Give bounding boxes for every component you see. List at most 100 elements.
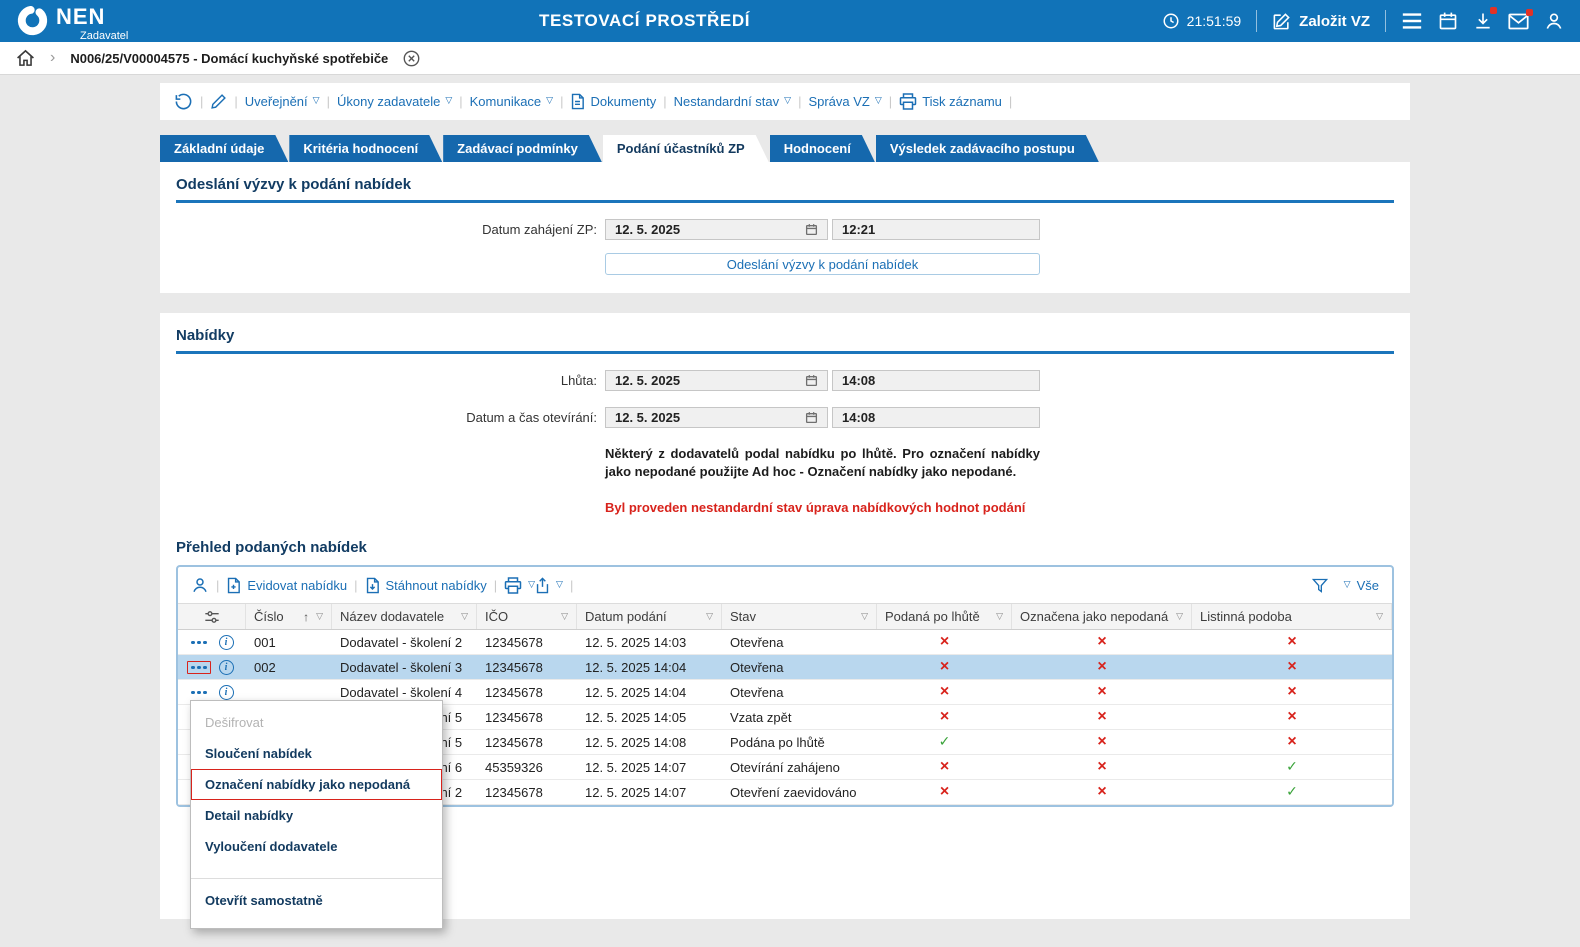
tab-vysledek-zadavaciho-postupu[interactable]: Výsledek zadávacího postupu [876, 135, 1099, 162]
grid-print-button[interactable]: ▽ [504, 577, 535, 594]
row-info-button[interactable]: i [219, 635, 234, 650]
filter-caret-icon[interactable]: ▽ [1376, 612, 1383, 622]
deadline-time-field[interactable]: 14:08 [832, 370, 1040, 391]
x-mark-icon: × [940, 784, 949, 800]
printer-icon [899, 93, 917, 110]
filter-caret-icon[interactable]: ▽ [861, 612, 868, 622]
close-record-icon[interactable] [403, 50, 420, 67]
field-label: Lhůta: [176, 370, 597, 391]
deadline-date-value: 12. 5. 2025 [615, 373, 680, 388]
breadcrumb: › N006/25/V00004575 - Domácí kuchyňské s… [0, 42, 1580, 75]
download-offer-icon [365, 577, 380, 594]
stahnout-label: Stáhnout nabídky [386, 578, 487, 593]
column-header-listinna-podoba[interactable]: Listinná podoba▽ [1192, 604, 1392, 629]
create-vz-button[interactable]: Založit VZ [1272, 12, 1370, 31]
home-icon[interactable] [16, 49, 35, 67]
column-header-stav[interactable]: Stav▽ [722, 604, 877, 629]
column-header-datum-podani[interactable]: Datum podání▽ [577, 604, 722, 629]
downloads-icon[interactable] [1473, 11, 1493, 31]
cell-datum-podani: 12. 5. 2025 14:07 [577, 780, 722, 804]
row-menu-button[interactable] [187, 661, 211, 675]
messages-icon[interactable] [1508, 13, 1529, 30]
table-row[interactable]: i001Dodavatel - školení 21234567812. 5. … [178, 630, 1392, 655]
tab-podani-ucastniku-zp[interactable]: Podání účastníků ZP [603, 135, 769, 162]
action-komunikace[interactable]: Komunikace▽ [470, 94, 553, 109]
cell-ico: 12345678 [477, 630, 577, 654]
tab-hodnoceni[interactable]: Hodnocení [770, 135, 875, 162]
calendar-picker-icon[interactable] [805, 223, 818, 236]
record-tabs: Základní údajeKritéria hodnoceníZadávací… [160, 135, 1410, 162]
cell-cislo: 002 [246, 655, 332, 679]
filter-caret-icon[interactable]: ▽ [561, 612, 568, 622]
stahnout-nabidky-button[interactable]: Stáhnout nabídky [365, 577, 487, 594]
column-header-nazev-dodavatele[interactable]: Název dodavatele▽ [332, 604, 477, 629]
cell-stav: Otevřena [722, 630, 877, 654]
action-sprava-vz[interactable]: Správa VZ▽ [808, 94, 881, 109]
column-header-oznacena-jako-nepodana[interactable]: Označena jako nepodaná▽ [1012, 604, 1192, 629]
history-icon[interactable] [174, 92, 193, 111]
send-invitation-button[interactable]: Odeslání výzvy k podání nabídek [605, 253, 1040, 275]
x-mark-icon: × [940, 634, 949, 650]
menu-item-oznaceni-nabidky-jako-nepodana[interactable]: Označení nabídky jako nepodaná [191, 769, 442, 800]
tab-zadavaci-podminky[interactable]: Zadávací podmínky [443, 135, 602, 162]
action-nestandardni-stav[interactable]: Nestandardní stav▽ [674, 94, 791, 109]
deadline-date-field[interactable]: 12. 5. 2025 [605, 370, 828, 391]
action-ukony-zadavatele[interactable]: Úkony zadavatele▽ [337, 94, 452, 109]
menu-item-slouceni-nabidek[interactable]: Sloučení nabídek [191, 738, 442, 769]
action-tisk-zaznamu[interactable]: Tisk záznamu [899, 93, 1002, 110]
cell-oznacena-jako-nepodana: × [1012, 655, 1192, 679]
calendar-picker-icon[interactable] [805, 411, 818, 424]
column-header-cislo[interactable]: Číslo↑▽ [246, 604, 332, 629]
menu-item-otevrit-samostatne[interactable]: Otevřít samostatně [191, 885, 442, 916]
tab-zakladni-udaje[interactable]: Základní údaje [160, 135, 288, 162]
opening-time-field[interactable]: 14:08 [832, 407, 1040, 428]
filter-caret-icon[interactable]: ▽ [706, 612, 713, 622]
opening-date-field[interactable]: 12. 5. 2025 [605, 407, 828, 428]
menu-item-detail-nabidky[interactable]: Detail nabídky [191, 800, 442, 831]
cell-podana-po-lhute: × [877, 755, 1012, 779]
filter-all-dropdown[interactable]: ▽ Vše [1344, 578, 1379, 593]
menu-item-vylouceni-dodavatele[interactable]: Vyloučení dodavatele [191, 831, 442, 862]
row-info-button[interactable]: i [219, 685, 234, 700]
breadcrumb-record[interactable]: N006/25/V00004575 - Domácí kuchyňské spo… [70, 51, 388, 66]
x-mark-icon: × [1287, 709, 1296, 725]
filter-caret-icon[interactable]: ▽ [316, 612, 323, 622]
column-header-ico[interactable]: IČO▽ [477, 604, 577, 629]
divider: | [234, 94, 237, 109]
chevron-down-icon: ▽ [546, 97, 553, 106]
calendar-icon[interactable] [1438, 11, 1458, 31]
filter-caret-icon[interactable]: ▽ [461, 612, 468, 622]
start-date-field[interactable]: 12. 5. 2025 [605, 219, 828, 240]
user-icon[interactable] [1544, 11, 1564, 31]
cell-datum-podani: 12. 5. 2025 14:08 [577, 730, 722, 754]
calendar-picker-icon[interactable] [805, 374, 818, 387]
row-menu-button[interactable] [187, 636, 211, 650]
grid-export-button[interactable]: ▽ [535, 577, 563, 594]
action-uverejneni[interactable]: Uveřejnění▽ [245, 94, 320, 109]
cell-listinna-podoba: × [1192, 655, 1392, 679]
evidovat-nabidku-button[interactable]: Evidovat nabídku [226, 577, 347, 594]
table-row[interactable]: i002Dodavatel - školení 31234567812. 5. … [178, 655, 1392, 680]
cell-stav: Otevřena [722, 655, 877, 679]
x-mark-icon: × [1287, 659, 1296, 675]
breadcrumb-separator: › [50, 49, 55, 67]
tab-kriteria-hodnoceni[interactable]: Kritéria hodnocení [289, 135, 442, 162]
cell-datum-podani: 12. 5. 2025 14:05 [577, 705, 722, 729]
cell-stav: Otevřena [722, 680, 877, 704]
filter-caret-icon[interactable]: ▽ [1176, 612, 1183, 622]
menu-icon[interactable] [1401, 12, 1423, 30]
grid-toolbar-right: ▽ Vše [1312, 578, 1379, 593]
start-time-field[interactable]: 12:21 [832, 219, 1040, 240]
nen-logo[interactable]: NEN Zadavatel [16, 0, 128, 42]
filter-caret-icon[interactable]: ▽ [996, 612, 1003, 622]
participants-icon[interactable] [191, 576, 209, 594]
cell-stav: Otevření zaevidováno [722, 780, 877, 804]
row-info-button[interactable]: i [219, 660, 234, 675]
action-dokumenty[interactable]: Dokumenty [570, 93, 656, 110]
column-header-podana-po-lhute[interactable]: Podaná po lhůtě▽ [877, 604, 1012, 629]
filter-icon[interactable] [1312, 578, 1328, 593]
column-header-settings[interactable] [178, 604, 246, 629]
row-menu-button[interactable] [187, 686, 211, 700]
pencil-icon[interactable] [210, 93, 227, 110]
form-row: Datum zahájení ZP: 12. 5. 2025 12:21 [176, 219, 1394, 240]
